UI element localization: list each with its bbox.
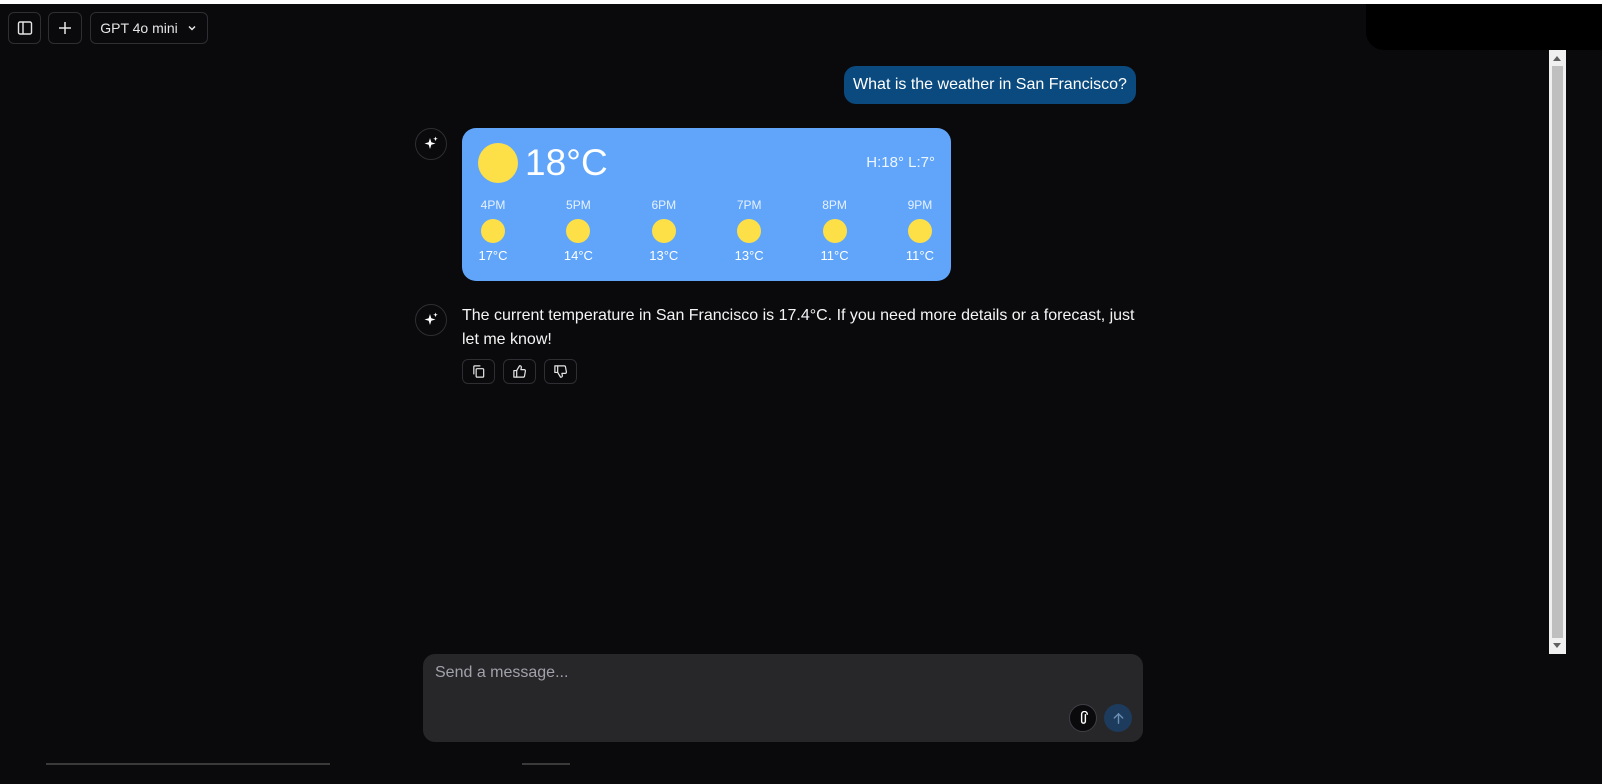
forecast-temp: 11°C [820, 248, 849, 263]
hourly-forecast: 4PM 17°C 5PM 14°C 6PM 13°C 7PM 13°C 8PM … [476, 198, 937, 263]
sun-icon [737, 219, 762, 243]
forecast-time: 4PM [480, 198, 506, 212]
new-chat-button[interactable] [48, 12, 82, 44]
sun-icon [481, 219, 505, 243]
forecast-time: 5PM [566, 198, 591, 212]
forecast-hour: 9PM 11°C [903, 198, 937, 263]
send-button[interactable] [1104, 704, 1132, 732]
forecast-temp: 17°C [478, 248, 508, 263]
current-temperature: 18°C [525, 142, 608, 183]
copy-icon [473, 365, 485, 378]
message-actions [462, 359, 577, 384]
paperclip-icon [1080, 710, 1088, 724]
assistant-avatar [415, 128, 447, 160]
user-message-text: What is the weather in San Francisco? [853, 76, 1127, 93]
sparkles-icon [424, 136, 438, 149]
forecast-time: 7PM [736, 198, 762, 212]
forecast-time: 9PM [907, 198, 933, 212]
upvote-button[interactable] [503, 359, 536, 384]
forecast-temp: 11°C [905, 248, 934, 263]
chat-scrollbar[interactable] [1549, 50, 1566, 654]
forecast-time: 8PM [822, 198, 847, 212]
attach-button[interactable] [1069, 704, 1097, 732]
sun-icon [478, 143, 518, 183]
scrollbar-thumb[interactable] [1552, 66, 1563, 638]
forecast-hour: 4PM 17°C [476, 198, 510, 263]
forecast-temp: 14°C [563, 248, 593, 263]
chat-header: GPT 4o mini [0, 4, 1602, 50]
thumbs-up-icon [513, 365, 527, 378]
sun-icon [566, 219, 591, 243]
thumbs-down-icon [554, 365, 568, 378]
sun-icon [822, 219, 847, 243]
forecast-temp: 13°C [734, 248, 764, 263]
message-input[interactable] [435, 664, 1055, 694]
arrow-up-icon [1113, 712, 1123, 724]
forecast-temp: 13°C [649, 248, 679, 263]
scroll-up-arrow[interactable] [1553, 56, 1561, 61]
scroll-down-arrow[interactable] [1553, 643, 1561, 648]
sun-icon [651, 219, 676, 243]
bottom-divider [46, 763, 330, 765]
assistant-avatar [415, 304, 447, 336]
sun-icon [907, 219, 932, 243]
model-selector[interactable]: GPT 4o mini [90, 12, 208, 44]
redacted-region [1366, 4, 1602, 50]
forecast-hour: 6PM 13°C [647, 198, 681, 263]
message-composer [423, 654, 1143, 742]
weather-card: 18°C H:18° L:7° 4PM 17°C 5PM 14°C 6PM 13… [462, 128, 951, 281]
forecast-hour: 8PM 11°C [818, 198, 852, 263]
sidebar-toggle-button[interactable] [8, 12, 41, 44]
downvote-button[interactable] [544, 359, 577, 384]
chevron-down-icon [188, 25, 196, 31]
model-selector-label: GPT 4o mini [100, 20, 178, 36]
copy-button[interactable] [462, 359, 495, 384]
bottom-divider [522, 763, 570, 765]
sidebar-toggle-icon [17, 21, 32, 35]
forecast-hour: 5PM 14°C [561, 198, 595, 263]
forecast-time: 6PM [651, 198, 677, 212]
sparkles-icon [424, 312, 438, 325]
high-low-temperature: H:18° L:7° [866, 154, 935, 171]
user-message-bubble: What is the weather in San Francisco? [844, 66, 1136, 104]
plus-icon [59, 22, 71, 34]
forecast-hour: 7PM 13°C [732, 198, 766, 263]
assistant-message-text: The current temperature in San Francisco… [462, 307, 1135, 348]
